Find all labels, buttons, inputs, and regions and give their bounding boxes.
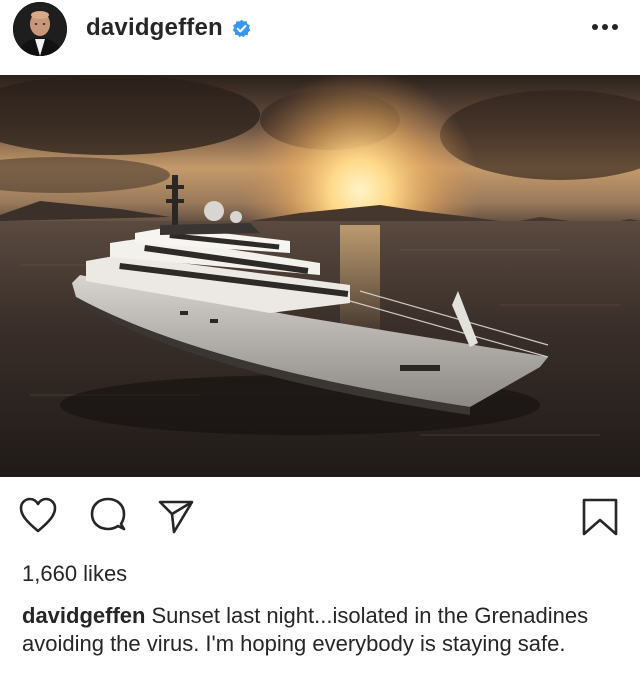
share-button[interactable] [156, 494, 196, 538]
more-horizontal-icon [592, 24, 618, 30]
comment-button[interactable] [88, 494, 128, 538]
caption-username[interactable]: davidgeffen [22, 603, 145, 628]
post-photo[interactable] [0, 75, 640, 477]
post-header: davidgeffen [0, 0, 640, 62]
heart-icon [19, 497, 57, 533]
username[interactable]: davidgeffen [86, 14, 223, 42]
more-options-button[interactable] [588, 12, 622, 42]
bookmark-icon [582, 498, 618, 536]
save-button[interactable] [580, 494, 620, 538]
avatar[interactable] [13, 2, 67, 56]
like-button[interactable] [18, 494, 58, 538]
action-bar [0, 494, 640, 544]
comment-icon [90, 497, 126, 531]
caption: davidgeffen Sunset last night...isolated … [22, 602, 622, 658]
send-icon [158, 500, 194, 534]
verified-badge-icon [232, 19, 251, 38]
likes-count[interactable]: 1,660 likes [22, 561, 127, 587]
